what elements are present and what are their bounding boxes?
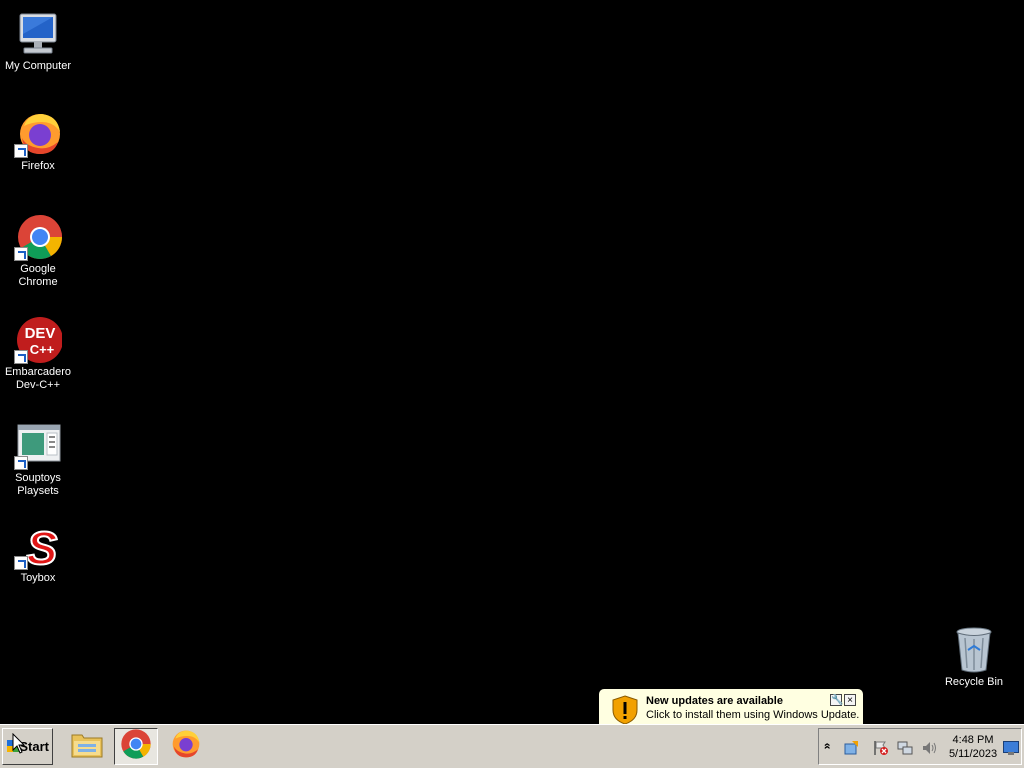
desktop-icon-firefox[interactable]: Firefox: [0, 110, 76, 173]
desktop-icon-my-computer[interactable]: My Computer: [0, 10, 76, 73]
clock-date: 5/11/2023: [948, 748, 998, 760]
firefox-icon: [170, 728, 202, 765]
chrome-icon: [14, 213, 62, 261]
taskbar: Start » 4:48 PM 5/11/2023: [0, 724, 1024, 768]
action-center-flag-icon[interactable]: [873, 740, 889, 755]
volume-icon[interactable]: [921, 740, 937, 754]
mouse-cursor-icon: [12, 732, 26, 760]
desktop-icon-label: Google Chrome: [18, 263, 58, 288]
system-tray: » 4:48 PM 5/11/2023: [818, 728, 1022, 765]
desktop-icon-label: My Computer: [4, 60, 72, 72]
shortcut-arrow-icon: [14, 350, 28, 364]
notification-title: New updates are available: [646, 695, 783, 707]
show-hidden-icons-chevron[interactable]: »: [819, 743, 833, 750]
shortcut-arrow-icon: [14, 456, 28, 470]
network-icon[interactable]: [897, 740, 913, 755]
show-desktop-icon[interactable]: [1003, 741, 1019, 760]
desktop-icon-google-chrome[interactable]: Google Chrome: [0, 213, 76, 289]
computer-icon: [14, 10, 62, 58]
desktop-icon-recycle-bin[interactable]: Recycle Bin: [936, 626, 1012, 689]
clock-time: 4:48 PM: [952, 734, 994, 746]
taskbar-file-explorer[interactable]: [65, 728, 109, 765]
desktop-icon-label-line1: Souptoys: [15, 472, 61, 484]
chrome-icon: [120, 728, 152, 765]
desktop-icon-souptoys[interactable]: Souptoys Playsets: [0, 422, 76, 498]
desktop-icon-label: Recycle Bin: [944, 676, 1004, 688]
shortcut-arrow-icon: [14, 247, 28, 261]
desktop-icon-label: Firefox: [21, 160, 55, 172]
svg-text:S: S: [27, 522, 58, 570]
toybox-icon: S: [14, 521, 62, 575]
desktop-icon-label: Toybox: [20, 572, 56, 584]
windows-update-tray-icon[interactable]: [843, 740, 859, 755]
desktop-icon-label-line2: Dev-C++: [15, 379, 61, 391]
svg-text:DEV: DEV: [25, 325, 56, 342]
close-icon[interactable]: ×: [844, 694, 856, 706]
folder-icon: [70, 729, 104, 764]
svg-text:C++: C++: [30, 342, 55, 357]
desktop-icon-toybox[interactable]: S Toybox: [0, 521, 76, 585]
souptoys-icon: [14, 422, 62, 470]
desktop-icon-label-line2: Playsets: [17, 485, 59, 497]
shortcut-arrow-icon: [14, 144, 28, 158]
desktop-icon-devcpp[interactable]: DEV C++ Embarcadero Dev-C++: [0, 316, 76, 392]
taskbar-google-chrome[interactable]: [114, 728, 158, 765]
notification-text: Click to install them using Windows Upda…: [646, 709, 860, 721]
wrench-icon[interactable]: 🔧: [830, 694, 843, 706]
firefox-icon: [14, 110, 62, 158]
devcpp-icon: DEV C++: [14, 316, 63, 364]
recycle-bin-icon: [950, 626, 998, 674]
start-button[interactable]: Start: [2, 728, 53, 765]
desktop-icon-label-line1: Embarcadero: [4, 366, 72, 378]
clock[interactable]: 4:48 PM 5/11/2023: [945, 733, 1001, 761]
taskbar-firefox[interactable]: [164, 728, 208, 765]
shortcut-arrow-icon: [14, 556, 28, 570]
